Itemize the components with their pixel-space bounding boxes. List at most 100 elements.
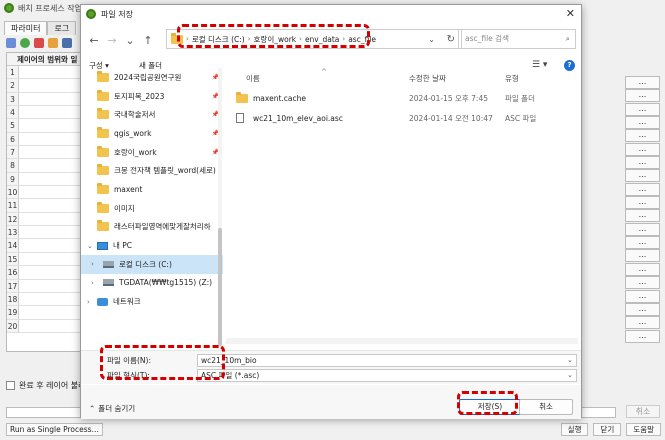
save-icon[interactable] (62, 38, 72, 48)
help-button[interactable]: 도움말 (626, 423, 661, 436)
browse-row-button[interactable]: ... (625, 169, 660, 183)
sidebar-item-folder[interactable]: qgis_work 📌 (81, 124, 223, 143)
scrollbar-thumb[interactable] (218, 228, 222, 346)
table-row[interactable]: 18 (7, 292, 80, 307)
browse-row-button[interactable]: ... (625, 262, 660, 276)
breadcrumb-local-disk[interactable]: 로컬 디스크 (C:) (192, 34, 245, 45)
browse-row-button[interactable]: ... (625, 102, 660, 116)
browse-row-button[interactable]: ... (625, 129, 660, 143)
open-icon[interactable] (48, 38, 58, 48)
sidebar-item-local-disk[interactable]: › 로컬 디스크 (C:) (81, 254, 223, 274)
browse-row-button[interactable]: ... (625, 222, 660, 236)
browse-row-button[interactable]: ... (625, 302, 660, 316)
column-name[interactable]: 이름 (246, 73, 260, 84)
browse-row-button[interactable]: ... (625, 249, 660, 263)
table-row[interactable]: 19 (7, 306, 80, 320)
breadcrumb-env-data[interactable]: env_data (305, 35, 339, 44)
filename-field[interactable]: wc21_10m_bio ⌄ (197, 354, 577, 367)
chevron-down-icon[interactable]: ⌄ (567, 370, 573, 381)
table-row[interactable]: 2 (7, 79, 80, 93)
sidebar-item-folder[interactable]: 이미지 (81, 199, 223, 218)
cancel-button[interactable]: 취소 (519, 399, 573, 415)
sidebar-item-folder[interactable]: 토지피복_2023 📌 (81, 87, 223, 106)
browse-row-button[interactable]: ... (625, 196, 660, 210)
sidebar-item-folder[interactable]: 크몽 전자책 템플릿_word(세로) (81, 161, 223, 180)
load-layers-option[interactable]: 완료 후 레이어 불러 (6, 380, 86, 391)
batch-toolbar (6, 38, 72, 48)
batch-cancel-button[interactable]: 취소 (626, 405, 660, 418)
browse-row-button[interactable]: ... (625, 182, 660, 196)
tab-log[interactable]: 로그 (47, 21, 77, 35)
browse-row-button[interactable]: ... (625, 89, 660, 103)
chevron-right-icon[interactable]: › (87, 298, 90, 306)
breadcrumb-asc-file[interactable]: asc_file (348, 35, 376, 44)
table-row[interactable]: 4 (7, 106, 80, 120)
table-row[interactable]: 16 (7, 266, 80, 280)
table-row[interactable]: 9 (7, 172, 80, 187)
file-row[interactable]: wc21_10m_elev_aoi.asc 2024-01-14 오전 10:47… (226, 108, 578, 128)
recent-locations-button[interactable]: ⌄ (121, 34, 139, 47)
navigation-scrollbar[interactable] (218, 68, 222, 346)
file-row[interactable]: maxent.cache 2024-01-15 오후 7:45 파일 폴더 (226, 88, 578, 108)
sidebar-item-folder[interactable]: 호랑이_work 📌 (81, 143, 223, 162)
sidebar-item-folder[interactable]: 래스터파일영역에맞게잘처리하 (81, 218, 223, 237)
load-layers-checkbox[interactable] (6, 381, 15, 390)
browse-row-button[interactable]: ... (625, 76, 660, 89)
close-icon[interactable]: ✕ (566, 7, 575, 20)
breadcrumb-tiger-work[interactable]: 호랑이_work (254, 34, 297, 45)
autofill-icon[interactable] (6, 38, 16, 48)
horizontal-scrollbar[interactable] (226, 338, 578, 344)
table-row[interactable]: 3 (7, 92, 80, 107)
run-single-process-button[interactable]: Run as Single Process… (6, 423, 104, 436)
chevron-right-icon[interactable]: › (91, 260, 94, 268)
table-row[interactable]: 15 (7, 252, 80, 267)
browse-row-button[interactable]: ... (625, 316, 660, 330)
sidebar-item-folder[interactable]: 국내학술저서 📌 (81, 105, 223, 124)
up-folder-button[interactable]: ↑ (139, 34, 157, 47)
chevron-right-icon[interactable]: › (91, 279, 94, 287)
browse-row-button[interactable]: ... (625, 209, 660, 223)
browse-row-button[interactable]: ... (625, 116, 660, 130)
browse-row-button[interactable]: ... (625, 329, 660, 343)
remove-row-icon[interactable] (34, 38, 44, 48)
sidebar-item-folder[interactable]: 2024국립공원연구원 📌 (81, 68, 223, 87)
browse-row-button[interactable]: ... (625, 236, 660, 250)
browse-row-button[interactable]: ... (625, 142, 660, 156)
browse-row-button[interactable]: ... (625, 289, 660, 303)
sidebar-item-folder[interactable]: maxent (81, 180, 223, 199)
table-row[interactable]: 13 (7, 226, 80, 240)
add-row-icon[interactable] (20, 38, 30, 48)
search-input[interactable]: asc_file 검색 ⌕ (458, 29, 576, 49)
table-row[interactable]: 10 (7, 186, 80, 200)
sidebar-item-network[interactable]: › 네트워크 (81, 292, 223, 311)
back-button[interactable]: ← (85, 34, 103, 47)
chevron-down-icon[interactable]: ⌄ (567, 355, 573, 366)
address-bar[interactable]: › 로컬 디스크 (C:) › 호랑이_work › env_data › as… (166, 29, 462, 49)
close-button[interactable]: 닫기 (593, 423, 622, 436)
browse-row-button[interactable]: ... (625, 156, 660, 170)
sidebar-item-network-drive[interactable]: › TGDATA(₩₩tg1515) (Z:) (81, 274, 223, 293)
run-button[interactable]: 실행 (560, 423, 589, 436)
column-date[interactable]: 수정한 날짜 (409, 73, 446, 84)
hide-folders-toggle[interactable]: ⌃ 폴더 숨기기 (89, 403, 135, 414)
browse-row-button[interactable]: ... (625, 276, 660, 290)
table-row[interactable]: 7 (7, 146, 80, 160)
table-row[interactable]: 11 (7, 199, 80, 213)
table-row[interactable]: 8 (7, 159, 80, 173)
save-button[interactable]: 저장(S) (459, 399, 521, 415)
forward-button[interactable]: → (103, 34, 121, 47)
sidebar-item-this-pc[interactable]: ⌄ 내 PC (81, 236, 223, 255)
table-row[interactable]: 17 (7, 279, 80, 293)
table-row[interactable]: 6 (7, 132, 80, 147)
column-type[interactable]: 유형 (505, 73, 519, 84)
table-row[interactable]: 1 (7, 66, 80, 80)
table-row[interactable]: 20 (7, 319, 80, 333)
table-row[interactable]: 14 (7, 239, 80, 253)
chevron-down-icon[interactable]: ⌄ (428, 35, 435, 44)
chevron-down-icon[interactable]: ⌄ (87, 242, 93, 250)
filetype-select[interactable]: ASC 파일 (*.asc) ⌄ (197, 369, 577, 382)
table-row[interactable]: 5 (7, 119, 80, 133)
table-row[interactable]: 12 (7, 212, 80, 227)
refresh-icon[interactable]: ↻ (447, 34, 455, 45)
tab-parameters[interactable]: 파라미터 (4, 21, 48, 35)
